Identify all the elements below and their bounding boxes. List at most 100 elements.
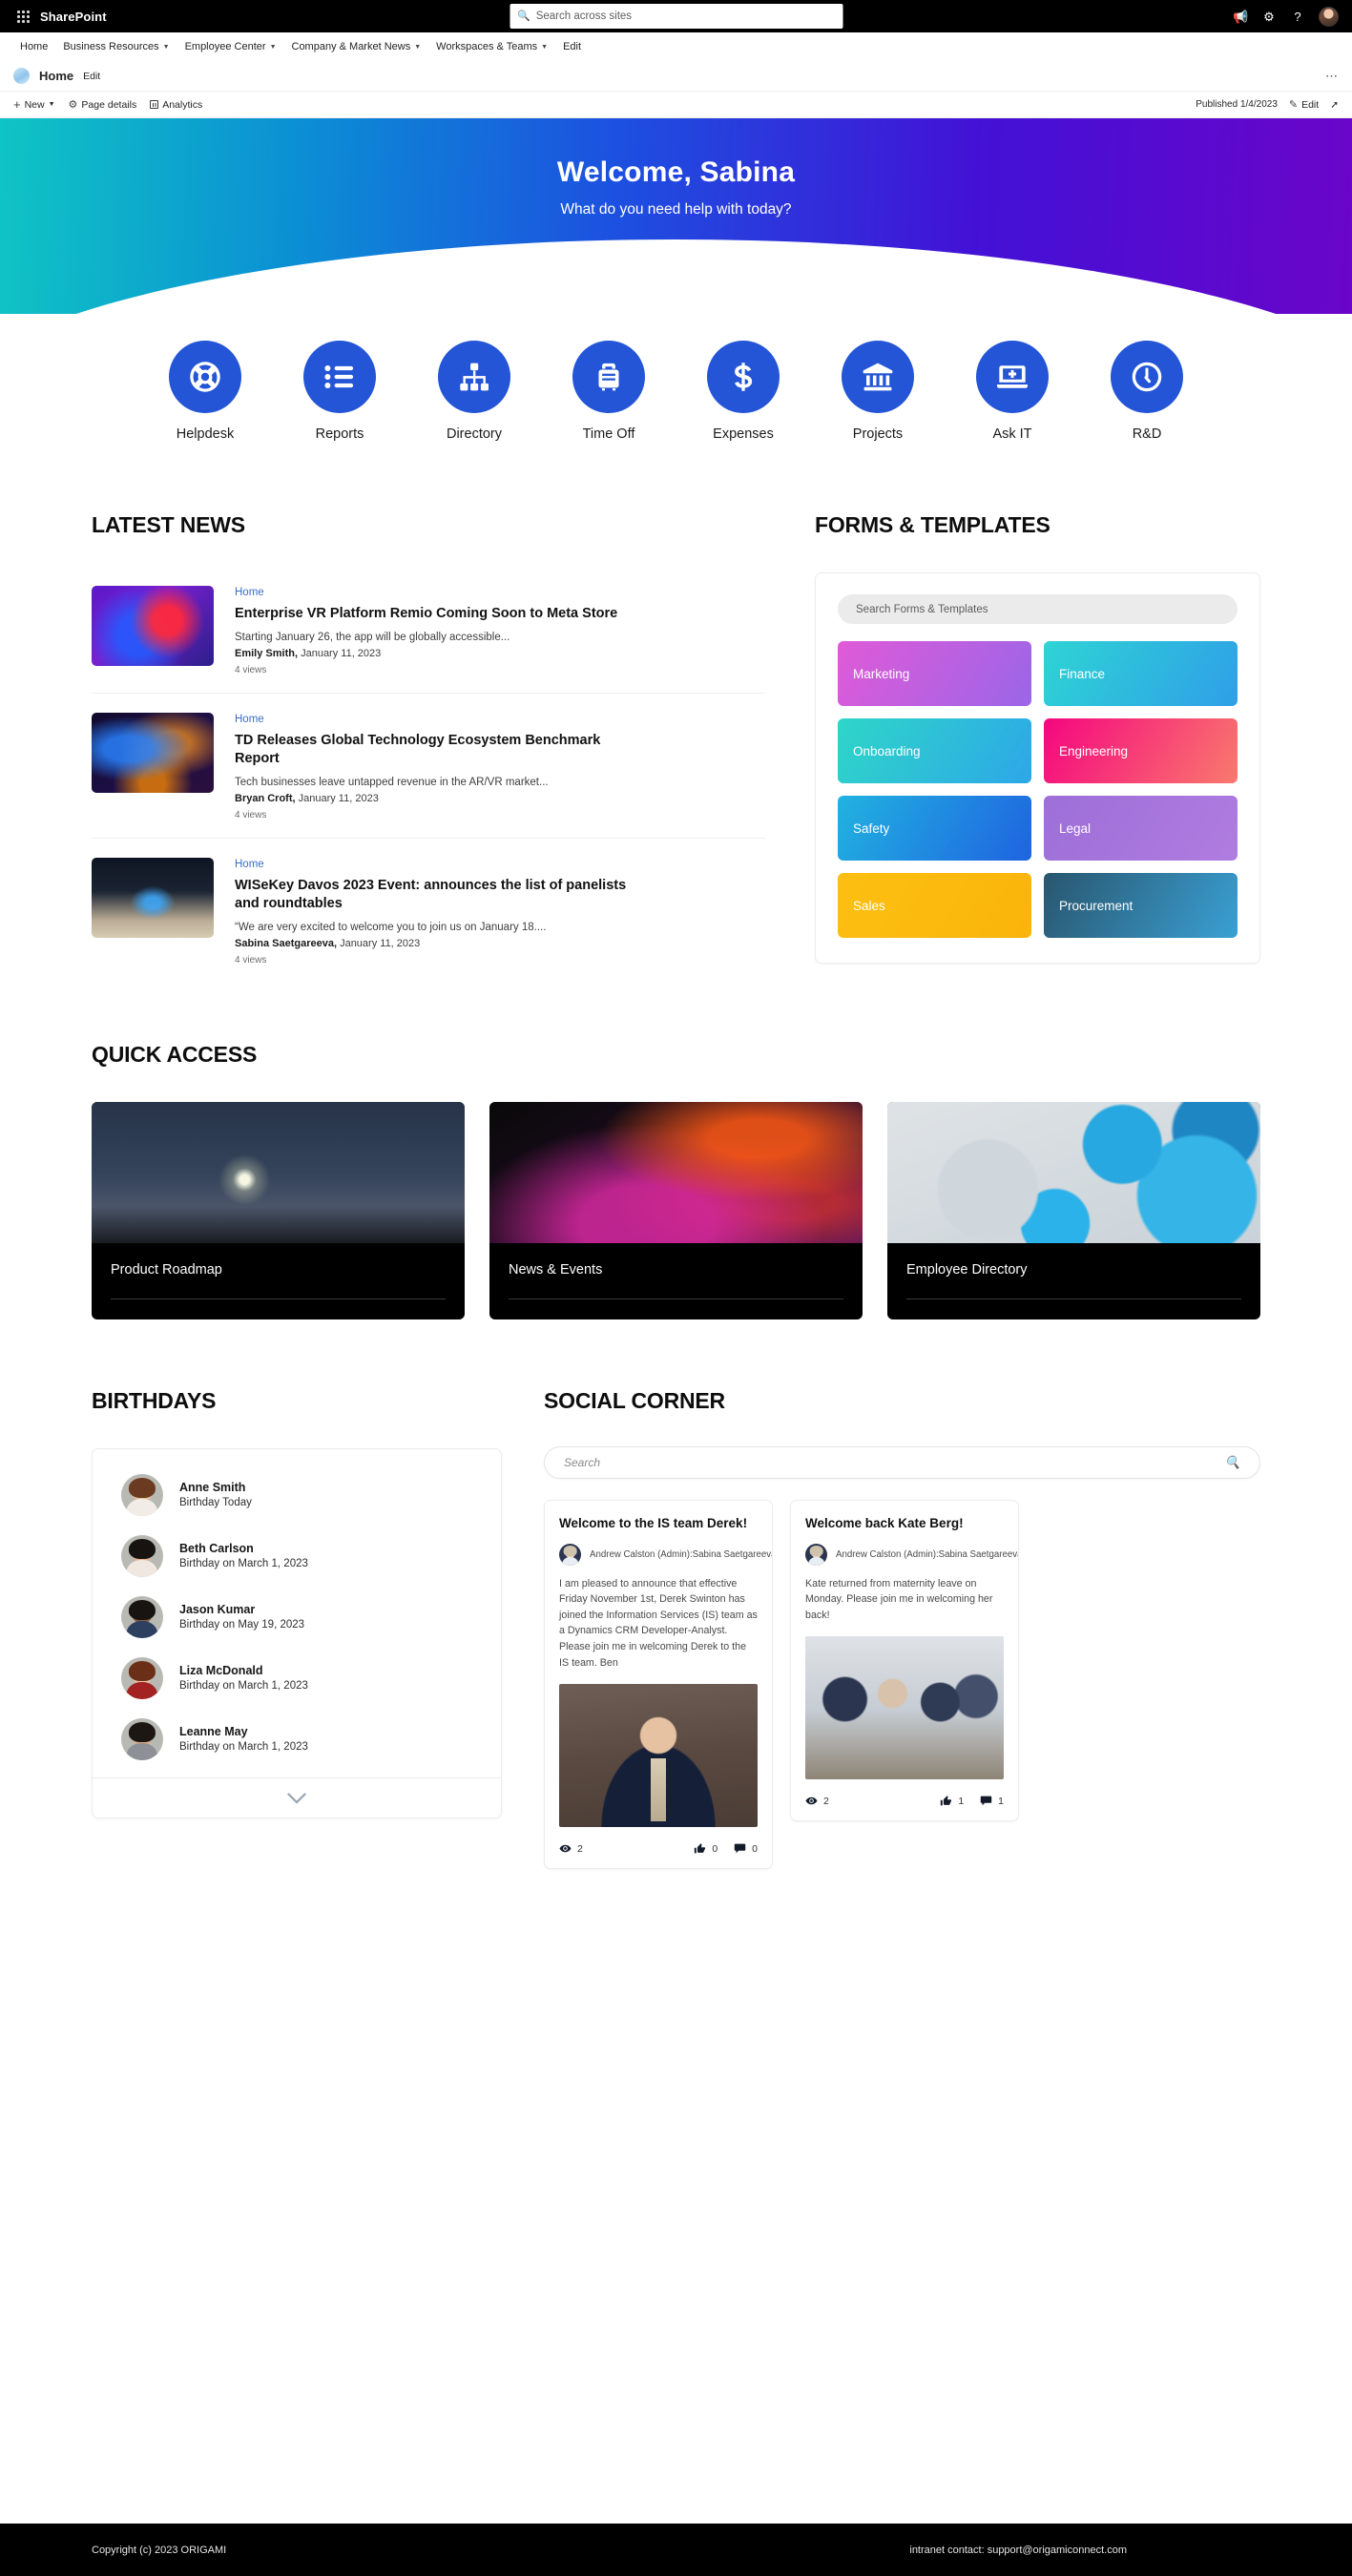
quick-link-label: Time Off [582, 426, 635, 442]
forms-panel: Search Forms & Templates Marketing Finan… [815, 572, 1260, 964]
news-site-link[interactable]: Home [235, 587, 765, 598]
form-tile-label: Marketing [853, 666, 910, 681]
quick-link-reports[interactable]: Reports [287, 341, 392, 442]
app-launcher-icon[interactable] [10, 10, 36, 23]
news-body: Home WISeKey Davos 2023 Event: announces… [235, 858, 765, 966]
edit-page-button[interactable]: ✎ Edit [1289, 98, 1320, 112]
post-comments[interactable]: 1 [980, 1795, 1004, 1807]
chevron-down-icon [287, 1792, 306, 1804]
news-meta: Emily Smith, January 11, 2023 [235, 648, 765, 659]
megaphone-icon[interactable]: 📢 [1233, 10, 1248, 23]
form-tile-legal[interactable]: Legal [1044, 796, 1238, 861]
social-post-card[interactable]: Welcome to the IS team Derek! Andrew Cal… [544, 1499, 773, 1870]
social-search-input[interactable]: Search 🔍 [544, 1445, 1260, 1479]
list-item-text: Beth Carlson Birthday on March 1, 2023 [179, 1542, 308, 1569]
post-likes[interactable]: 0 [694, 1842, 718, 1855]
page-details-button[interactable]: ⚙ Page details [69, 98, 137, 112]
avatar[interactable] [1319, 6, 1339, 27]
page-details-label: Page details [81, 98, 137, 111]
eye-icon [559, 1844, 572, 1853]
form-tile-safety[interactable]: Safety [838, 796, 1031, 861]
news-title[interactable]: WISeKey Davos 2023 Event: announces the … [235, 877, 635, 914]
news-site-link[interactable]: Home [235, 859, 765, 870]
nav-item-edit[interactable]: Edit [556, 38, 588, 55]
list-item[interactable]: Anne Smith Birthday Today [93, 1465, 501, 1526]
help-icon[interactable]: ? [1290, 10, 1305, 23]
quick-link-directory[interactable]: Directory [422, 341, 527, 442]
search-input[interactable] [535, 10, 835, 22]
site-edit-link[interactable]: Edit [83, 71, 100, 82]
nav-item-business-resources[interactable]: Business Resources ▼ [56, 38, 176, 55]
news-item[interactable]: Home Enterprise VR Platform Remio Coming… [92, 572, 765, 693]
quick-link-rnd[interactable]: R&D [1094, 341, 1199, 442]
quick-link-ask-it[interactable]: Ask IT [960, 341, 1065, 442]
quick-access-card-news-events[interactable]: News & Events [489, 1101, 863, 1319]
suite-brand[interactable]: SharePoint [40, 10, 107, 24]
share-icon[interactable]: ➚ [1330, 99, 1339, 111]
site-logo-icon [13, 68, 30, 84]
news-title[interactable]: Enterprise VR Platform Remio Coming Soon… [235, 605, 635, 624]
post-body: Kate returned from maternity leave on Mo… [805, 1577, 993, 1621]
gear-icon[interactable]: ⚙ [1261, 10, 1277, 23]
list-item[interactable]: Leanne May Birthday on March 1, 2023 [93, 1709, 501, 1770]
post-likes[interactable]: 1 [940, 1795, 964, 1807]
news-meta: Sabina Saetgareeva, January 11, 2023 [235, 938, 765, 949]
list-item[interactable]: Beth Carlson Birthday on March 1, 2023 [93, 1526, 501, 1587]
birthdays-expand-button[interactable] [93, 1776, 501, 1818]
news-title[interactable]: TD Releases Global Technology Ecosystem … [235, 732, 635, 769]
quick-access-card-product-roadmap[interactable]: Product Roadmap [92, 1101, 465, 1319]
form-tile-marketing[interactable]: Marketing [838, 641, 1031, 706]
form-tile-engineering[interactable]: Engineering [1044, 718, 1238, 783]
dollar-icon [707, 341, 780, 413]
forms-search-input[interactable]: Search Forms & Templates [838, 594, 1238, 624]
news-thumbnail [92, 857, 214, 938]
post-reactions: 0 0 [694, 1842, 758, 1855]
quick-access-card-employee-directory[interactable]: Employee Directory [887, 1101, 1260, 1319]
chevron-down-icon: ▼ [48, 101, 55, 108]
post-image [559, 1684, 758, 1828]
social-post-card[interactable]: Welcome back Kate Berg! Andrew Calston (… [790, 1499, 1019, 1822]
card-image [489, 1101, 863, 1243]
list-item[interactable]: Jason Kumar Birthday on May 19, 2023 [93, 1587, 501, 1648]
quick-link-time-off[interactable]: Time Off [556, 341, 661, 442]
edit-label: Edit [1301, 98, 1320, 111]
eye-icon [805, 1797, 818, 1805]
quick-link-expenses[interactable]: Expenses [691, 341, 796, 442]
list-item[interactable]: Liza McDonald Birthday on March 1, 2023 [93, 1648, 501, 1709]
search-icon[interactable]: 🔍 [1225, 1455, 1240, 1470]
analytics-button[interactable]: Analytics [150, 99, 202, 111]
person-name: Leanne May [179, 1725, 248, 1739]
list-item-text: Liza McDonald Birthday on March 1, 2023 [179, 1664, 308, 1692]
form-tile-label: Safety [853, 821, 890, 836]
nav-item-workspaces-teams[interactable]: Workspaces & Teams ▼ [429, 38, 554, 55]
form-tile-onboarding[interactable]: Onboarding [838, 718, 1031, 783]
post-comments[interactable]: 0 [734, 1842, 758, 1855]
nav-item-home[interactable]: Home [13, 38, 54, 55]
nav-item-label: Workspaces & Teams [436, 41, 538, 52]
command-bar-right: Published 1/4/2023 ✎ Edit ➚ [1196, 98, 1339, 112]
quick-link-projects[interactable]: Projects [825, 341, 930, 442]
news-item[interactable]: Home WISeKey Davos 2023 Event: announces… [92, 837, 765, 983]
form-tile-sales[interactable]: Sales [838, 873, 1031, 938]
suite-search[interactable]: 🔍 [510, 4, 842, 29]
thumbs-up-icon [941, 1796, 952, 1806]
quick-link-helpdesk[interactable]: Helpdesk [153, 341, 258, 442]
news-site-link[interactable]: Home [235, 714, 765, 725]
form-tile-procurement[interactable]: Procurement [1044, 873, 1238, 938]
news-item[interactable]: Home TD Releases Global Technology Ecosy… [92, 692, 765, 838]
person-name: Liza McDonald [179, 1664, 263, 1678]
social-search-placeholder: Search [564, 1455, 601, 1469]
post-views: 2 [559, 1842, 583, 1855]
chart-icon [150, 100, 159, 109]
news-views: 4 views [235, 809, 267, 821]
form-tile-finance[interactable]: Finance [1044, 641, 1238, 706]
news-meta: Bryan Croft, January 11, 2023 [235, 793, 765, 804]
nav-item-employee-center[interactable]: Employee Center ▼ [178, 38, 283, 55]
nav-item-company-market-news[interactable]: Company & Market News ▼ [285, 38, 428, 55]
likes-count: 0 [712, 1842, 718, 1855]
new-button[interactable]: + New ▼ [13, 97, 55, 112]
news-author: Sabina Saetgareeva, [235, 937, 338, 949]
more-options-icon[interactable]: ⋯ [1325, 69, 1339, 84]
avatar [805, 1543, 827, 1566]
birthdays-section: BIRTHDAYS Anne Smith Birthday Today Beth… [92, 1388, 502, 1818]
